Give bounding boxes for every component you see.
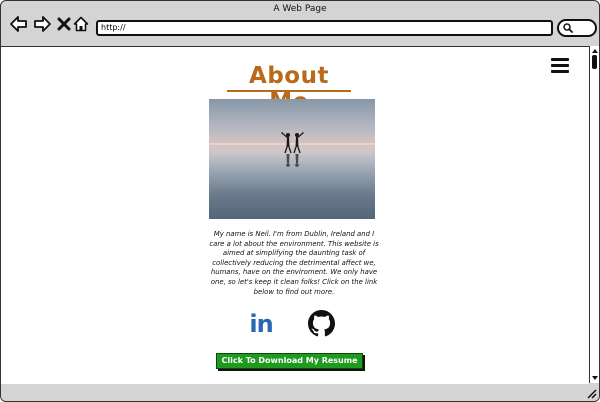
scrollbar-thumb[interactable] bbox=[592, 55, 597, 69]
title-underline bbox=[227, 90, 351, 92]
profile-photo bbox=[209, 99, 375, 219]
linkedin-icon[interactable]: in bbox=[246, 310, 276, 338]
stop-button[interactable] bbox=[55, 15, 73, 33]
arrow-right-icon bbox=[34, 16, 51, 32]
forward-button[interactable] bbox=[33, 15, 51, 33]
home-icon bbox=[73, 16, 89, 32]
address-bar[interactable]: http:// bbox=[96, 20, 553, 36]
github-icon[interactable] bbox=[308, 310, 335, 337]
search-box[interactable] bbox=[557, 19, 597, 37]
browser-toolbar: http:// bbox=[1, 15, 599, 39]
arrow-left-icon bbox=[10, 16, 27, 32]
bio-text: My name is Neil. I'm from Dublin, Irelan… bbox=[209, 230, 379, 296]
back-button[interactable] bbox=[10, 15, 28, 33]
scroll-down-arrow-icon[interactable] bbox=[590, 373, 600, 383]
home-button[interactable] bbox=[72, 15, 90, 33]
status-bar bbox=[1, 384, 599, 401]
hamburger-menu-icon[interactable] bbox=[551, 58, 569, 74]
resize-grip-icon[interactable] bbox=[585, 387, 597, 399]
browser-window: A Web Page http:// About Me bbox=[0, 0, 600, 402]
search-icon bbox=[563, 23, 573, 33]
vertical-scrollbar[interactable] bbox=[589, 46, 600, 383]
download-resume-button[interactable]: Click To Download My Resume bbox=[216, 353, 363, 369]
close-icon bbox=[57, 17, 71, 31]
